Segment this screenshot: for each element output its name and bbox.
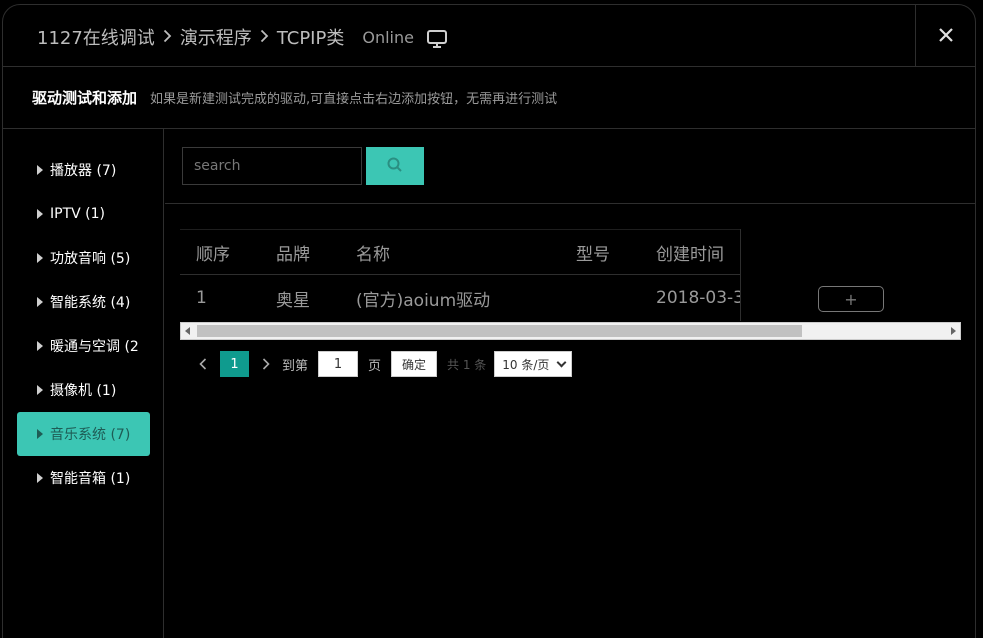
actions-column: +: [740, 229, 961, 321]
sidebar-item-smart-speaker[interactable]: 智能音箱 (1): [17, 456, 150, 500]
caret-right-icon: [37, 385, 43, 395]
sidebar-item-music-system[interactable]: 音乐系统 (7): [17, 412, 150, 456]
column-header-model: 型号: [576, 244, 610, 265]
caret-right-icon: [37, 473, 43, 483]
sidebar-item-hvac[interactable]: 暖通与空调 (2: [17, 324, 150, 368]
sidebar-item-player[interactable]: 播放器 (7): [17, 148, 150, 192]
breadcrumb-item-demo[interactable]: 演示程序: [180, 24, 252, 50]
category-sidebar: 播放器 (7) IPTV (1) 功放音响 (5) 智能系统 (4) 暖通与空调…: [3, 129, 164, 638]
scroll-left-icon[interactable]: [185, 327, 190, 335]
chevron-right-icon: [260, 27, 269, 48]
main-panel: 顺序 品牌 名称 型号 创建时间 1 奥星 (官方)aoium驱动 2018-0…: [165, 129, 975, 638]
section-header: 驱动测试和添加 如果是新建测试完成的驱动,可直接点击右边添加按钮，无需再进行测试: [3, 67, 975, 129]
dialog-header: 1127在线调试 演示程序 TCPIP类 Online: [3, 5, 975, 67]
caret-right-icon: [37, 253, 43, 263]
prev-page-button[interactable]: [193, 351, 213, 377]
caret-right-icon: [37, 341, 43, 351]
total-count: 共 1 条: [447, 357, 487, 372]
sidebar-item-smart-system[interactable]: 智能系统 (4): [17, 280, 150, 324]
sidebar-item-iptv[interactable]: IPTV (1): [17, 192, 150, 236]
goto-page-input[interactable]: [318, 351, 359, 377]
goto-confirm-button[interactable]: 确定: [391, 351, 438, 377]
goto-label: 到第: [282, 358, 309, 374]
chevron-right-icon: [163, 27, 172, 48]
caret-right-icon: [37, 297, 43, 307]
driver-dialog: 1127在线调试 演示程序 TCPIP类 Online 驱动测试和添加 如果是新…: [2, 4, 976, 638]
column-header-index: 顺序: [196, 244, 230, 265]
cell-created: 2018-03-3: [656, 288, 744, 308]
pagination: 1 到第 页 确定 共 1 条 10 条/页: [193, 351, 573, 377]
sidebar-item-camera[interactable]: 摄像机 (1): [17, 368, 150, 412]
sidebar-item-label: 智能音箱 (1): [50, 471, 131, 487]
sidebar-item-label: 播放器 (7): [50, 163, 117, 179]
section-title: 驱动测试和添加: [32, 89, 138, 107]
section-hint: 如果是新建测试完成的驱动,可直接点击右边添加按钮，无需再进行测试: [150, 92, 558, 107]
search-icon: [386, 156, 404, 177]
monitor-icon[interactable]: [426, 29, 448, 49]
cell-index: 1: [196, 288, 207, 308]
sidebar-item-label: 功放音响 (5): [50, 251, 131, 267]
sidebar-item-label: 智能系统 (4): [50, 295, 131, 311]
chevron-down-icon: [556, 357, 567, 368]
sidebar-item-amplifier[interactable]: 功放音响 (5): [17, 236, 150, 280]
search-toolbar: [165, 129, 975, 204]
sidebar-item-label: 摄像机 (1): [50, 383, 117, 399]
add-driver-button[interactable]: +: [818, 286, 884, 312]
column-header-created: 创建时间: [656, 244, 724, 265]
search-input[interactable]: [182, 147, 362, 185]
close-button[interactable]: [915, 5, 975, 67]
connection-status: Online: [362, 27, 414, 47]
cell-brand: 奥星: [276, 290, 310, 311]
sidebar-item-label: 音乐系统 (7): [50, 427, 131, 443]
next-page-button[interactable]: [256, 351, 276, 377]
page-label: 页: [368, 358, 382, 374]
sidebar-item-label: IPTV (1): [50, 206, 105, 222]
breadcrumb: 1127在线调试 演示程序 TCPIP类 Online: [37, 24, 448, 50]
cell-name: (官方)aoium驱动: [356, 290, 491, 311]
caret-right-icon: [37, 209, 43, 219]
search-button[interactable]: [366, 147, 424, 185]
close-icon: [938, 27, 953, 46]
scroll-right-icon[interactable]: [951, 327, 956, 335]
breadcrumb-item-tcpip[interactable]: TCPIP类: [277, 24, 345, 50]
page-size-value: 10 条/页: [502, 357, 550, 372]
plus-icon: +: [844, 289, 858, 309]
caret-right-icon: [37, 165, 43, 175]
breadcrumb-item-debug[interactable]: 1127在线调试: [37, 24, 155, 50]
page-number-current[interactable]: 1: [220, 351, 249, 377]
column-header-brand: 品牌: [276, 244, 310, 265]
sidebar-item-label: 暖通与空调 (2: [50, 339, 139, 355]
page-size-select[interactable]: 10 条/页: [494, 351, 573, 377]
horizontal-scrollbar[interactable]: [180, 322, 961, 340]
caret-right-icon: [37, 429, 43, 439]
column-header-name: 名称: [356, 244, 390, 265]
driver-table: 顺序 品牌 名称 型号 创建时间 1 奥星 (官方)aoium驱动 2018-0…: [180, 229, 961, 341]
scrollbar-thumb[interactable]: [197, 325, 802, 337]
